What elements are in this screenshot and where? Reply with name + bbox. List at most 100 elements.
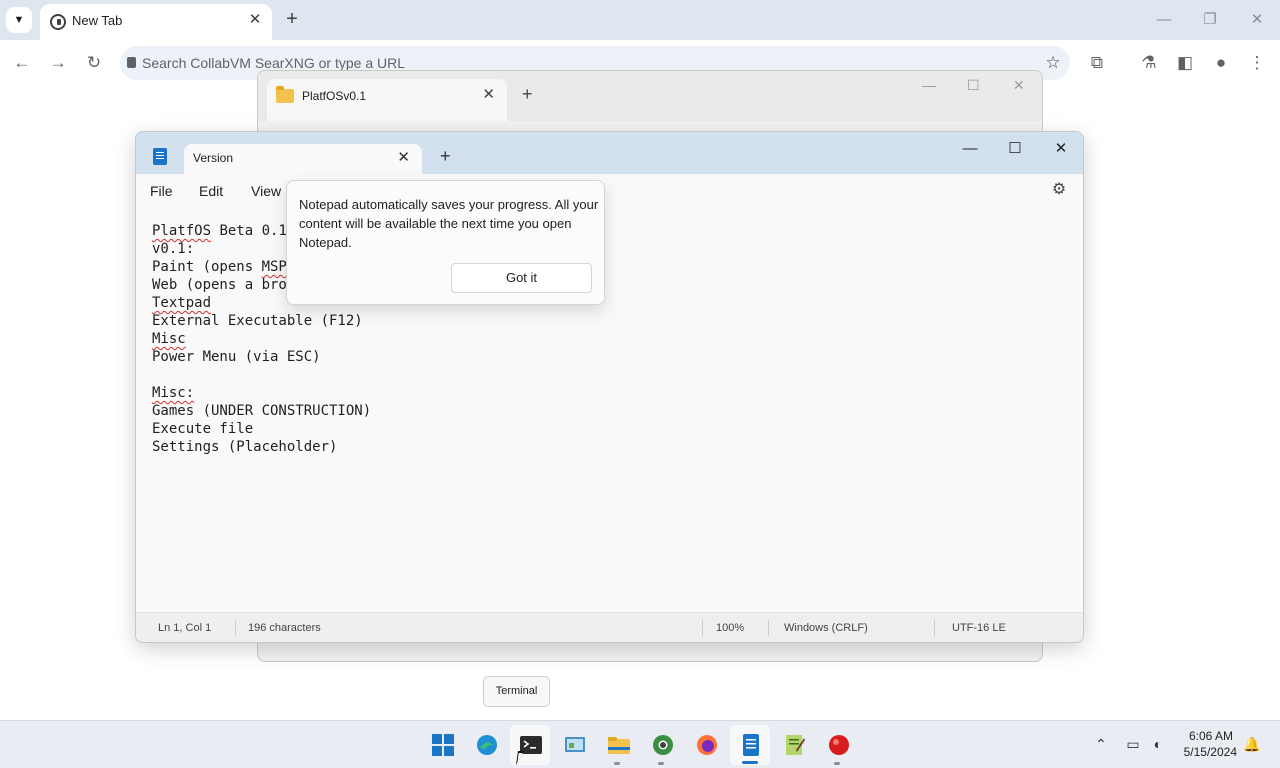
notepad-tab-version[interactable]: Version ✕ <box>184 144 422 174</box>
got-it-button[interactable]: Got it <box>451 263 592 293</box>
status-divider <box>702 620 703 636</box>
text-word: PlatfOS <box>152 223 212 239</box>
menu-view[interactable]: View <box>251 183 281 199</box>
chrome-tabbar: ▼ New Tab ✕ + — ❐ ✕ <box>0 0 1280 40</box>
mouse-cursor-icon <box>516 751 530 765</box>
notepad-menubar: File Edit View ⚙ <box>136 174 1083 206</box>
notepad-minimize-button[interactable]: — <box>950 136 990 162</box>
start-button[interactable] <box>422 725 462 765</box>
status-zoom: 100% <box>716 622 745 634</box>
explorer-tab[interactable]: PlatfOSv0.1 ✕ <box>267 79 507 121</box>
close-icon[interactable]: ✕ <box>397 148 410 166</box>
side-panel-button[interactable]: ◧ <box>1172 50 1198 76</box>
notepad-editor[interactable]: PlatfOS Beta 0.1 v0.1: Paint (opens MSPa… <box>136 206 1083 612</box>
site-info-icon[interactable] <box>127 57 136 68</box>
menu-file[interactable]: File <box>150 183 173 199</box>
status-divider <box>934 620 935 636</box>
text-line: Power Menu (via ESC) <box>152 349 321 365</box>
reload-button[interactable]: ↻ <box>81 50 107 76</box>
new-tab-button[interactable]: + <box>280 8 304 32</box>
extensions-button[interactable]: ⧉ <box>1084 50 1110 76</box>
taskbar-notepad-plus[interactable] <box>774 725 814 765</box>
notepad-statusbar: Ln 1, Col 1 196 characters 100% Windows … <box>136 612 1083 642</box>
explorer-tab-title: PlatfOSv0.1 <box>302 89 367 103</box>
autosave-message: Notepad automatically saves your progres… <box>299 197 599 250</box>
text-line: Web (opens a brow <box>152 277 296 293</box>
clock-date[interactable]: 5/15/2024 <box>1184 745 1237 759</box>
firefox-icon <box>697 735 717 755</box>
folder-icon <box>276 86 294 103</box>
running-indicator <box>658 762 664 765</box>
volume-icon[interactable]: ◐ <box>1148 734 1168 754</box>
network-icon[interactable]: ▭ <box>1123 734 1143 754</box>
start-icon <box>432 734 454 756</box>
notepad-window: Version ✕ + — ☐ ✕ File Edit View ⚙ Platf… <box>135 131 1084 643</box>
chrome-menu-button[interactable]: ⋮ <box>1244 50 1270 76</box>
taskbar-control-panel[interactable] <box>554 725 594 765</box>
arrow-right-icon: → <box>49 53 67 72</box>
notification-bell-icon[interactable]: 🔔 <box>1242 734 1262 754</box>
text-line: External Executable (F12) <box>152 313 363 329</box>
file-explorer-icon <box>608 737 630 754</box>
reload-icon: ↻ <box>86 53 102 72</box>
side-panel-icon: ◧ <box>1176 53 1194 72</box>
notepad-close-button[interactable]: ✕ <box>1041 136 1081 162</box>
explorer-titlebar: PlatfOSv0.1 ✕ + — ☐ ✕ <box>258 71 1042 121</box>
notepad-new-tab-button[interactable]: + <box>440 146 451 167</box>
autosave-popup: Notepad automatically saves your progres… <box>286 180 605 305</box>
taskbar-recorder[interactable] <box>818 725 858 765</box>
taskbar-file-explorer[interactable] <box>598 725 638 765</box>
chrome-tab-new-tab[interactable]: New Tab ✕ <box>40 4 272 40</box>
taskbar-edge[interactable] <box>466 725 506 765</box>
status-divider <box>235 620 236 636</box>
explorer-new-tab-button[interactable]: + <box>522 84 533 105</box>
notepad-maximize-button[interactable]: ☐ <box>995 136 1035 162</box>
running-indicator <box>834 762 840 765</box>
chevron-up-icon[interactable]: ⌃ <box>1091 734 1111 754</box>
restore-button[interactable]: ❐ <box>1198 8 1222 32</box>
status-line-ending: Windows (CRLF) <box>784 622 868 634</box>
puzzle-icon: ⧉ <box>1090 53 1104 72</box>
text-line: Execute file <box>152 421 254 437</box>
explorer-minimize-button[interactable]: — <box>922 77 936 93</box>
notepad-titlebar: Version ✕ + — ☐ ✕ <box>136 132 1083 174</box>
close-icon[interactable]: ✕ <box>482 85 495 103</box>
more-vert-icon: ⋮ <box>1248 53 1266 72</box>
taskbar-chrome[interactable] <box>642 725 682 765</box>
forward-button[interactable]: → <box>45 50 71 76</box>
taskbar <box>0 720 1280 768</box>
explorer-maximize-button[interactable]: ☐ <box>967 77 980 94</box>
taskbar-firefox[interactable] <box>686 725 726 765</box>
text-line: Games (UNDER CONSTRUCTION) <box>152 403 372 419</box>
chrome-favicon-icon <box>50 14 66 30</box>
menu-edit[interactable]: Edit <box>199 183 223 199</box>
status-characters: 196 characters <box>248 622 321 634</box>
clock-time[interactable]: 6:06 AM <box>1189 729 1233 743</box>
close-icon[interactable]: ✕ <box>246 11 264 29</box>
tab-search-button[interactable]: ▼ <box>6 7 32 33</box>
explorer-close-button[interactable]: ✕ <box>1013 77 1025 94</box>
close-window-button[interactable]: ✕ <box>1245 8 1269 32</box>
profile-button[interactable]: ● <box>1208 50 1234 76</box>
chrome-icon <box>653 735 673 755</box>
control-panel-icon <box>565 737 585 752</box>
taskbar-notepad[interactable] <box>730 725 770 765</box>
chevron-down-icon: ▼ <box>13 14 25 26</box>
arrow-left-icon: ← <box>13 53 31 72</box>
status-encoding: UTF-16 LE <box>952 622 1006 634</box>
back-button[interactable]: ← <box>9 50 35 76</box>
status-position: Ln 1, Col 1 <box>158 622 212 634</box>
text-line: Textpad <box>152 295 212 311</box>
flask-icon: ⚗ <box>1141 53 1157 72</box>
text-line: PlatfOS Beta 0.1 <box>152 223 287 239</box>
text-line: v0.1: <box>152 241 195 257</box>
bookmark-star-icon[interactable]: ☆ <box>1040 50 1066 76</box>
gear-icon[interactable]: ⚙ <box>1049 180 1069 200</box>
text-line: Paint (opens MSPa <box>152 259 296 275</box>
omnibox-placeholder: Search CollabVM SearXNG or type a URL <box>142 55 405 71</box>
text-line: Settings (Placeholder) <box>152 439 338 455</box>
chrome-tab-title: New Tab <box>72 13 123 28</box>
labs-button[interactable]: ⚗ <box>1136 50 1162 76</box>
notepad-icon <box>743 734 759 756</box>
minimize-button[interactable]: — <box>1152 8 1176 32</box>
